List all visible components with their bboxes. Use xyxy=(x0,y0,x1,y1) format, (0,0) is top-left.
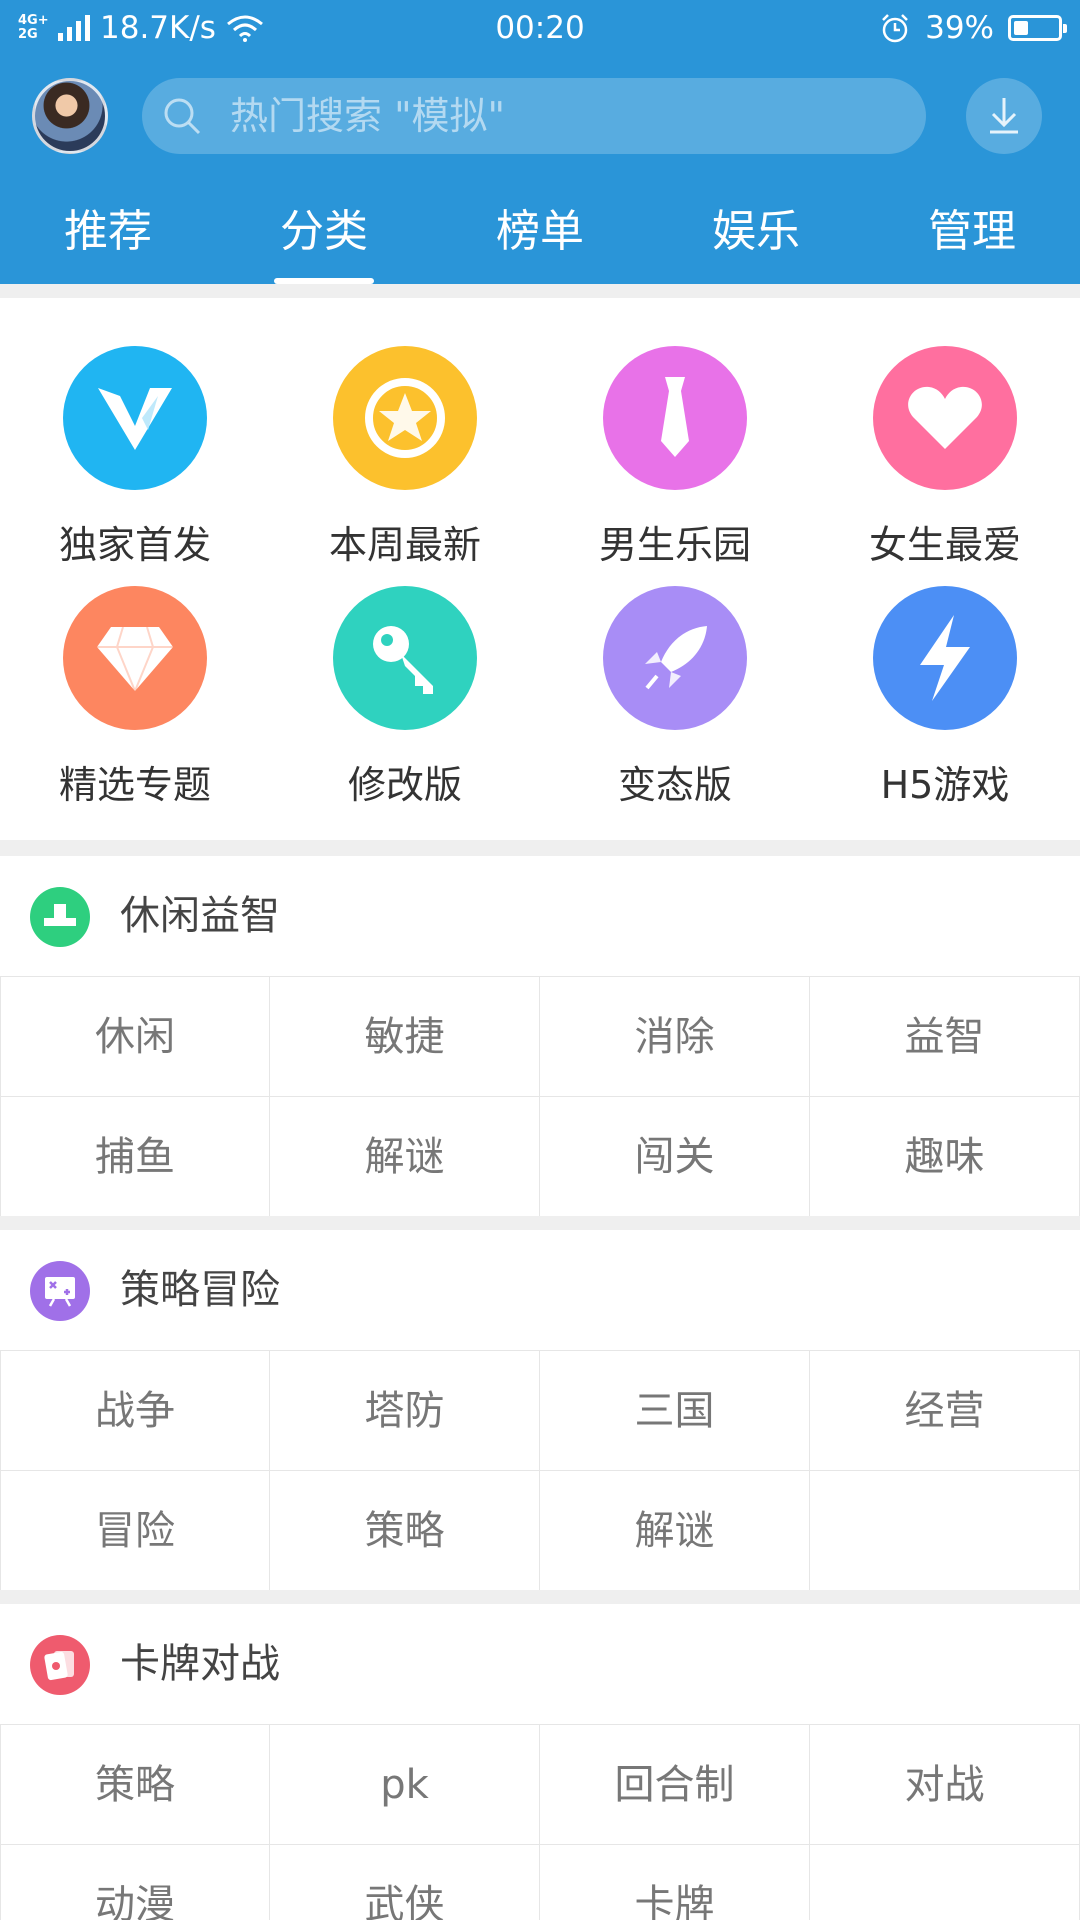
tag-button[interactable]: 回合制 xyxy=(540,1725,810,1845)
tag-button[interactable]: 冒险 xyxy=(0,1471,270,1591)
tag-grid-strategy-adventure: 战争 塔防 三国 经营 冒险 策略 解谜 xyxy=(0,1350,1080,1591)
tag-empty-cell xyxy=(810,1471,1080,1591)
tag-button[interactable]: 经营 xyxy=(810,1351,1080,1471)
download-button[interactable] xyxy=(966,78,1042,154)
section-header-strategy-adventure: 策略冒险 xyxy=(0,1230,1080,1350)
tag-button[interactable]: 益智 xyxy=(810,977,1080,1097)
tag-button[interactable]: 塔防 xyxy=(270,1351,540,1471)
tab-manage[interactable]: 管理 xyxy=(864,184,1080,284)
category-exclusive[interactable]: 独家首发 xyxy=(0,346,270,569)
divider xyxy=(0,284,1080,298)
diamond-icon xyxy=(63,586,207,730)
tag-button[interactable]: 武侠 xyxy=(270,1845,540,1920)
category-weekly-new[interactable]: 本周最新 xyxy=(270,346,540,569)
category-girls[interactable]: 女生最爱 xyxy=(810,346,1080,569)
section-title: 卡牌对战 xyxy=(120,1641,280,1687)
divider xyxy=(0,1216,1080,1230)
tag-button[interactable]: 捕鱼 xyxy=(0,1097,270,1217)
search-icon xyxy=(164,98,201,135)
tag-button[interactable]: 闯关 xyxy=(540,1097,810,1217)
necktie-icon xyxy=(603,346,747,490)
tag-button[interactable]: 敏捷 xyxy=(270,977,540,1097)
tab-entertainment[interactable]: 娱乐 xyxy=(648,184,864,284)
cards-icon xyxy=(30,1635,90,1695)
lightning-icon xyxy=(873,586,1017,730)
tab-recommend[interactable]: 推荐 xyxy=(0,184,216,284)
section-header-card-battle: 卡牌对战 xyxy=(0,1604,1080,1724)
tag-button[interactable]: 休闲 xyxy=(0,977,270,1097)
strategy-board-icon xyxy=(30,1261,90,1321)
category-featured-topics[interactable]: 精选专题 xyxy=(0,586,270,809)
battery-icon xyxy=(1008,15,1067,41)
tag-grid-casual-puzzle: 休闲 敏捷 消除 益智 捕鱼 解谜 闯关 趣味 xyxy=(0,976,1080,1217)
tag-button[interactable]: 对战 xyxy=(810,1725,1080,1845)
search-bar[interactable] xyxy=(142,78,926,154)
v-logo-icon xyxy=(63,346,207,490)
heart-icon xyxy=(873,346,1017,490)
alarm-icon xyxy=(882,14,908,43)
puzzle-block-icon xyxy=(30,887,90,947)
star-badge-icon xyxy=(333,346,477,490)
divider xyxy=(0,1590,1080,1604)
tab-ranking[interactable]: 榜单 xyxy=(432,184,648,284)
category-icon-grid: 独家首发 本周最新 男生乐园 女生最爱 精选专题 修改版 变态版 H5游戏 xyxy=(0,298,1080,838)
tag-grid-card-battle: 策略 pk 回合制 对战 动漫 武侠 卡牌 xyxy=(0,1724,1080,1920)
download-icon xyxy=(990,98,1018,134)
tag-button[interactable]: 解谜 xyxy=(270,1097,540,1217)
tag-button[interactable]: 动漫 xyxy=(0,1845,270,1920)
main-tabs: 推荐 分类 榜单 娱乐 管理 xyxy=(0,184,1080,284)
tag-button[interactable]: pk xyxy=(270,1725,540,1845)
search-input[interactable] xyxy=(230,78,890,154)
tag-empty-cell xyxy=(810,1845,1080,1920)
tag-button[interactable]: 解谜 xyxy=(540,1471,810,1591)
tag-button[interactable]: 策略 xyxy=(270,1471,540,1591)
category-h5-games[interactable]: H5游戏 xyxy=(810,586,1080,809)
tag-button[interactable]: 策略 xyxy=(0,1725,270,1845)
category-boys[interactable]: 男生乐园 xyxy=(540,346,810,569)
tag-button[interactable]: 三国 xyxy=(540,1351,810,1471)
category-modded[interactable]: 修改版 xyxy=(270,586,540,809)
tag-button[interactable]: 消除 xyxy=(540,977,810,1097)
section-title: 策略冒险 xyxy=(120,1267,280,1313)
tag-button[interactable]: 战争 xyxy=(0,1351,270,1471)
tab-category[interactable]: 分类 xyxy=(216,184,432,284)
user-avatar[interactable] xyxy=(32,78,108,154)
section-title: 休闲益智 xyxy=(120,893,280,939)
battery-percent: 39% xyxy=(925,10,994,46)
key-icon xyxy=(333,586,477,730)
divider xyxy=(0,840,1080,856)
section-header-casual-puzzle: 休闲益智 xyxy=(0,856,1080,976)
status-bar: 4G+ 2G 18.7K/s 00:20 39% xyxy=(0,0,1080,58)
rocket-icon xyxy=(603,586,747,730)
tag-button[interactable]: 趣味 xyxy=(810,1097,1080,1217)
category-hacked[interactable]: 变态版 xyxy=(540,586,810,809)
top-bar: 4G+ 2G 18.7K/s 00:20 39% 热门搜索 "模拟" 推荐 分类… xyxy=(0,0,1080,284)
tag-button[interactable]: 卡牌 xyxy=(540,1845,810,1920)
